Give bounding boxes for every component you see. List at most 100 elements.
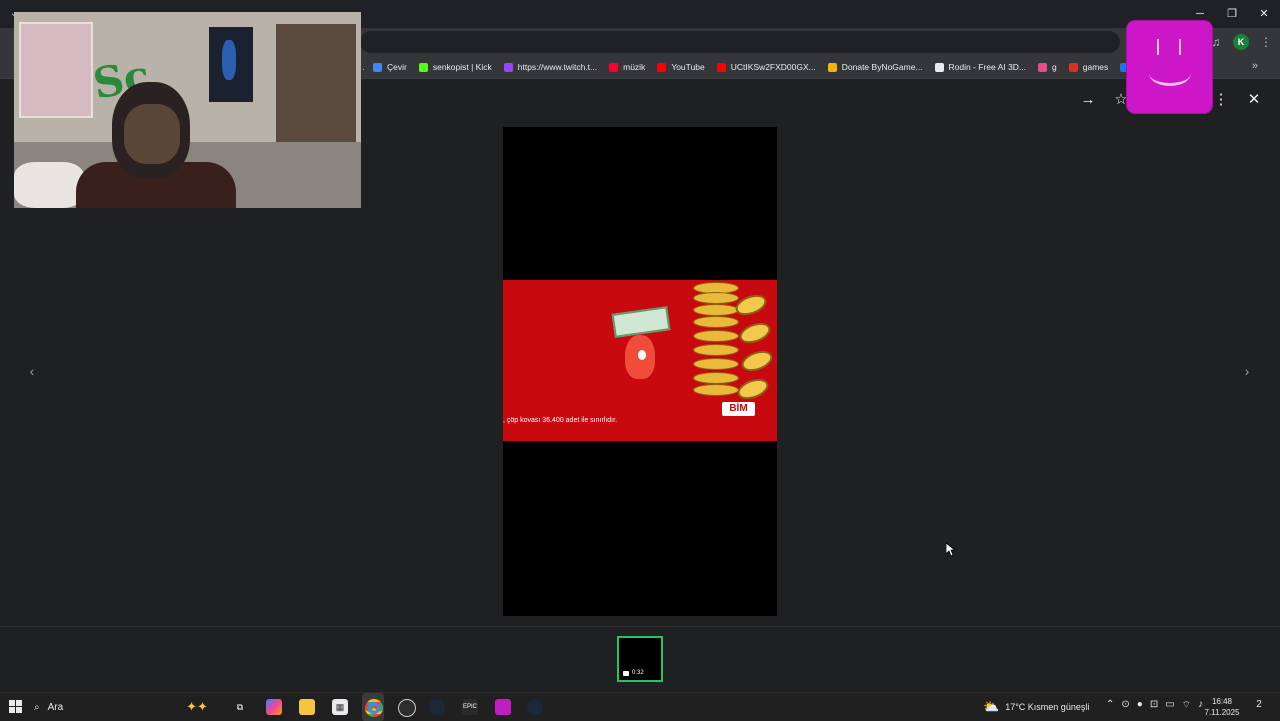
bookmark-label: müzik [623,62,646,72]
obs-icon[interactable] [398,699,416,717]
store-icon[interactable]: ▦ [332,699,348,715]
bookmark-item[interactable]: Donate ByNoGame... [827,62,923,72]
rodin-icon [934,62,944,72]
bookmark-item[interactable]: Rodin - Free AI 3D... [934,62,1027,72]
coin-graphic [693,358,739,370]
bookmark-item[interactable]: YouTube [657,62,705,72]
search-icon: ⌕ [34,701,40,713]
webcam-overlay: Sc [14,12,361,208]
bookmark-label: games [1082,62,1109,72]
mouse-cursor-icon [945,542,957,562]
bookmark-item[interactable]: https://www.twitch.t... [503,62,598,72]
coin-graphic [732,291,770,319]
forward-icon[interactable]: → [1079,91,1097,109]
filmstrip-divider [0,626,1280,627]
copilot-icon[interactable] [266,699,282,715]
profile-avatar[interactable]: K [1233,34,1249,50]
bookmark-label: Donate ByNoGame... [841,62,923,72]
wifi-icon[interactable]: ⌔ [1182,699,1191,712]
clock-time: 16:48 [1211,697,1233,706]
clock-date: 7.11.2025 [1204,708,1240,717]
ad-video-content: BİM , çöp kovası 36.400 adet ile sınırlı… [503,280,777,441]
coin-graphic [736,319,774,347]
close-viewer-icon[interactable]: ✕ [1245,91,1263,109]
browser-menu-icon[interactable]: ⋮ [1258,34,1274,50]
bookmark-list: … Çevirsenkopist | Kickhttps://www.twitc… [356,56,1153,78]
bookmark-item[interactable]: UCtIKSw2FXD00GX... [716,62,816,72]
bookmark-icon [1038,62,1048,72]
kick-icon [418,62,428,72]
system-tray: ⌃ ⊙ ● ⊡ ▭ ⌔ ♪ [1106,699,1203,712]
previous-arrow-icon[interactable]: ‹ [25,362,39,380]
taskbar: ⌕ Ara ✦✦ ⧉ ▦ EPIC ⛅ 17°C Kısmen güneşli … [0,692,1280,721]
avatar-smile [1149,61,1191,86]
smiley-avatar-overlay [1127,21,1212,113]
bookmark-label: Rodin - Free AI 3D... [948,62,1027,72]
notification-icon[interactable]: 2 [1252,699,1266,713]
coin-graphic [734,375,772,403]
bookmark-label: senkopist | Kick [432,62,492,72]
money-bill-graphic [611,306,671,338]
coin-graphic [693,316,739,328]
bookmark-label: YouTube [671,62,705,72]
coin-graphic [738,347,776,375]
webcam-pillow [14,162,84,208]
close-window-button[interactable]: ✕ [1248,0,1280,28]
coin-graphic [693,292,739,304]
steam-icon-2[interactable] [527,699,543,715]
coin-graphic [693,330,739,342]
bookmark-item[interactable]: müzik [609,62,645,72]
coin-graphic [693,384,739,396]
more-options-icon[interactable]: ⋮ [1212,91,1230,109]
epic-games-icon[interactable]: EPIC [462,699,478,715]
ad-caption: , çöp kovası 36.400 adet ile sınırlıdır. [503,417,618,424]
webcam-person-face [124,104,180,164]
bookmarks-overflow-button[interactable]: » [1252,60,1258,72]
weather-widget[interactable]: ⛅ 17°C Kısmen güneşli [983,693,1089,721]
avatar-eye [1179,39,1181,55]
camera-icon[interactable]: ⊙ [1121,699,1129,712]
chrome-icon[interactable] [365,699,383,717]
video-player[interactable]: BİM , çöp kovası 36.400 adet ile sınırlı… [503,127,777,616]
donate-icon [827,62,837,72]
bookmark-item[interactable]: games [1068,62,1109,72]
app-pink-icon[interactable] [495,699,511,715]
microphone-icon[interactable]: ● [1137,699,1143,712]
music-icon [609,62,619,72]
file-explorer-icon[interactable] [299,699,315,715]
address-bar[interactable] [360,31,1120,53]
network-icon[interactable]: ⊡ [1150,699,1158,712]
bookmark-item[interactable]: senkopist | Kick [418,62,492,72]
task-view-icon[interactable]: ⧉ [232,699,248,715]
bookmark-label: https://www.twitch.t... [517,62,598,72]
video-thumbnail[interactable]: 0:32 [617,636,663,682]
restore-button[interactable]: ❐ [1216,0,1248,28]
webcam-painting [19,22,93,118]
bookmark-item[interactable]: g [1038,62,1057,72]
youtube-icon [657,62,667,72]
bookmark-label: UCtIKSw2FXD00GX... [730,62,816,72]
bookmark-item[interactable]: Çevir [373,62,407,72]
youtube-icon [716,62,726,72]
brand-logo: BİM [722,402,755,416]
twitch-icon [503,62,513,72]
coin-graphic [693,344,739,356]
steam-icon[interactable] [429,699,445,715]
windows-start-icon[interactable] [9,700,22,713]
weather-label: 17°C Kısmen güneşli [1005,702,1090,712]
translate-icon [373,62,382,72]
taskbar-search-label: Ara [47,701,64,713]
bookmark-label: g [1052,62,1057,72]
video-camera-icon [623,671,629,676]
widgets-icon[interactable]: ✦✦ [178,699,216,715]
avatar-eye [1157,39,1159,55]
games-icon [1068,62,1078,72]
clock[interactable]: 16:48 7.11.2025 [1200,696,1244,718]
display-icon[interactable]: ▭ [1165,699,1174,712]
weather-icon: ⛅ [983,699,1000,714]
show-hidden-icons-icon[interactable]: ⌃ [1106,699,1114,712]
next-arrow-icon[interactable]: › [1240,362,1254,380]
bookmark-label: Çevir [387,62,407,72]
thumbnail-duration: 0:32 [632,670,644,676]
coin-graphic [693,304,739,316]
